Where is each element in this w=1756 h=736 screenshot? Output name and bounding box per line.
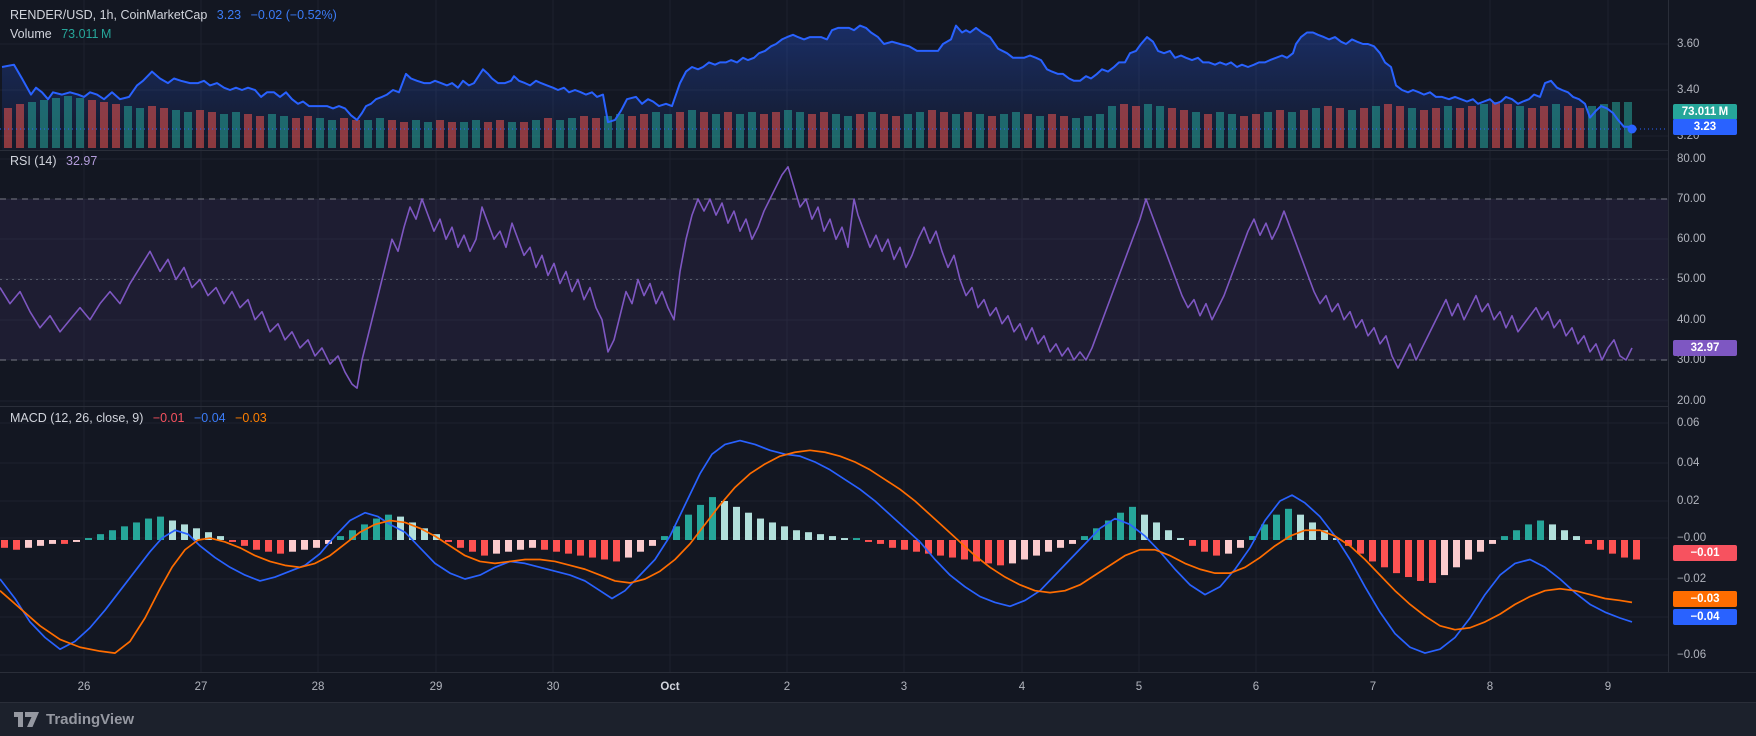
time-tick-label: 2 [784,681,790,693]
symbol-title[interactable]: RENDER/USD, 1h, CoinMarketCap [10,8,207,22]
tradingview-logo-icon [14,712,39,727]
price-scale-axis[interactable]: 3.603.403.2080.0070.0060.0050.0040.0030.… [1668,0,1756,672]
axis-tick-label: 0.06 [1677,417,1699,429]
axis-tick-label: −0.00 [1677,532,1706,544]
time-tick-label: Oct [660,681,679,693]
rsi-value: 32.97 [66,154,97,168]
chart-canvas[interactable] [0,0,1668,672]
time-tick-label: 28 [312,681,325,693]
axis-tick-label: −0.06 [1677,649,1706,661]
pane-separator-rsi-macd[interactable] [0,406,1668,407]
axis-tick-label: 40.00 [1677,314,1706,326]
time-tick-label: 5 [1136,681,1142,693]
macd-signal-value: −0.03 [235,411,267,425]
axis-value-badge: −0.04 [1673,609,1737,625]
axis-tick-label: 60.00 [1677,233,1706,245]
tradingview-logo-text: TradingView [46,711,134,728]
time-tick-label: 3 [901,681,907,693]
chart-plot-area[interactable] [0,0,1668,672]
axis-tick-label: −0.02 [1677,573,1706,585]
axis-tick-label: 70.00 [1677,193,1706,205]
price-change: −0.02 (−0.52%) [251,8,337,22]
macd-hist-value: −0.01 [153,411,185,425]
axis-value-badge: 3.23 [1673,119,1737,135]
macd-title[interactable]: MACD (12, 26, close, 9) [10,411,143,425]
time-tick-label: 29 [430,681,443,693]
macd-line-value: −0.04 [194,411,226,425]
axis-value-badge: 73.011 M [1673,104,1737,120]
volume-label: Volume [10,27,52,41]
axis-value-badge: −0.01 [1673,545,1737,561]
pane-separator-price-rsi[interactable] [0,150,1668,151]
time-tick-label: 30 [547,681,560,693]
volume-header: Volume 73.011 M [10,27,117,41]
time-tick-label: 26 [78,681,91,693]
axis-tick-label: 20.00 [1677,395,1706,407]
rsi-title[interactable]: RSI (14) [10,154,57,168]
volume-value: 73.011 M [61,27,111,41]
time-tick-label: 8 [1487,681,1493,693]
axis-tick-label: 0.02 [1677,495,1699,507]
symbol-header: RENDER/USD, 1h, CoinMarketCap 3.23 −0.02… [10,8,343,22]
axis-value-badge: 32.97 [1673,340,1737,356]
time-tick-label: 7 [1370,681,1376,693]
last-price: 3.23 [217,8,241,22]
time-tick-label: 9 [1605,681,1611,693]
time-scale-axis[interactable]: 26 27 28 29 30 Oct 2 3 4 5 6 7 8 9 [0,672,1756,703]
footer-bar: TradingView [0,702,1756,736]
axis-tick-label: 50.00 [1677,273,1706,285]
macd-histogram [1,497,1640,583]
time-tick-label: 27 [195,681,208,693]
time-tick-label: 6 [1253,681,1259,693]
macd-header: MACD (12, 26, close, 9) −0.01 −0.04 −0.0… [10,411,273,425]
axis-value-badge: −0.03 [1673,591,1737,607]
time-tick-label: 4 [1019,681,1025,693]
axis-tick-label: 3.40 [1677,84,1699,96]
tradingview-chart-window: RENDER/USD, 1h, CoinMarketCap 3.23 −0.02… [0,0,1756,736]
axis-tick-label: 0.04 [1677,457,1699,469]
tradingview-logo[interactable]: TradingView [14,711,134,728]
price-last-dot [1628,125,1637,134]
rsi-header: RSI (14) 32.97 [10,154,103,168]
axis-tick-label: 80.00 [1677,153,1706,165]
axis-tick-label: 3.60 [1677,38,1699,50]
